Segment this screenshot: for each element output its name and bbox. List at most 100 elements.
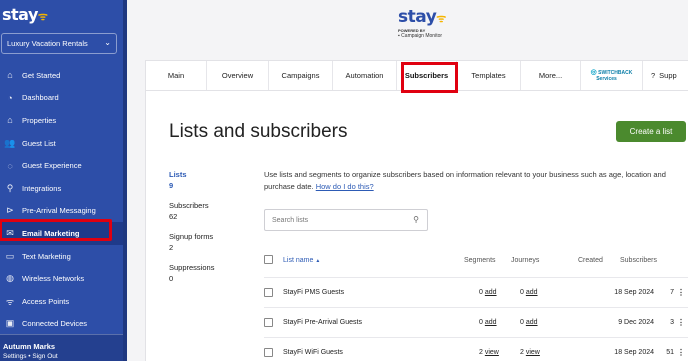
sidebar-item-guest-experience[interactable]: ◌ Guest Experience [0, 154, 123, 177]
sidebar-item-label: Get Started [22, 70, 61, 80]
help-link[interactable]: How do I do this? [316, 182, 374, 191]
tab-overview[interactable]: Overview [207, 61, 269, 90]
lists-table: List name ▲ Segments Journeys Created Su… [264, 253, 688, 361]
journeys-cell: 2 view [520, 349, 540, 356]
switchback-logo: ◎ SWITCHBACK Services [590, 68, 633, 82]
page-title: Lists and subscribers [169, 121, 348, 142]
segments-link[interactable]: add [485, 319, 497, 326]
search-lists-input[interactable]: Search lists ⚲ [264, 209, 428, 231]
row-checkbox[interactable] [264, 288, 273, 297]
sidebar-item-get-started[interactable]: ⌂ Get Started [0, 64, 123, 87]
sidebar-item-pre-arrival-messaging[interactable]: ⊳ Pre-Arrival Messaging [0, 200, 123, 223]
user-links[interactable]: Settings • Sign Out [3, 353, 58, 360]
sidebar-item-label: Dashboard [22, 93, 59, 103]
segments-link[interactable]: view [485, 349, 499, 356]
subnav-label: Lists [169, 170, 187, 179]
wifi-logo-icon: ᯤ [37, 10, 48, 23]
sidebar-item-label: Text Marketing [22, 251, 71, 261]
tab-campaigns[interactable]: Campaigns [269, 61, 333, 90]
table-row[interactable]: StayFi WiFi Guests 2 view 2 view 18 Sep 202… [264, 337, 688, 361]
sidebar-item-label: Pre-Arrival Messaging [22, 206, 96, 216]
tab-more[interactable]: More... [521, 61, 581, 90]
subnav-label: Signup forms [169, 232, 214, 241]
journeys-link[interactable]: add [526, 319, 538, 326]
sidebar-item-dashboard[interactable]: ◔ Dashboard [0, 87, 123, 110]
list-name-link[interactable]: StayFi Pre-Arrival Guests [283, 319, 362, 326]
subnav-count: 62 [169, 212, 178, 221]
sidebar-item-label: Wireless Networks [22, 274, 85, 284]
tab-main[interactable]: Main [146, 61, 207, 90]
tab-templates[interactable]: Templates [457, 61, 521, 90]
subnav-count: 0 [169, 274, 174, 283]
segments-cell: 0 add [479, 289, 497, 296]
logo-text: stay [2, 5, 38, 24]
search-icon: ⚲ [413, 215, 419, 224]
sidebar-nav: ⌂ Get Started ◔ Dashboard ⌂ Properties 👥 Guest … [0, 64, 123, 335]
stayfi-logo[interactable]: stayᯤ [2, 5, 48, 24]
more-options-icon[interactable]: ⋮ [677, 348, 685, 357]
sidebar-item-access-points[interactable]: ᯤ Access Points [0, 290, 123, 313]
organization-select[interactable]: Luxury Vacation Rentals ⌄ [1, 33, 117, 54]
create-list-button[interactable]: Create a list [616, 121, 686, 142]
select-all-checkbox[interactable] [264, 255, 273, 264]
more-options-icon[interactable]: ⋮ [677, 318, 685, 327]
segments-cell: 0 add [479, 319, 497, 326]
text-icon: ▭ [5, 250, 15, 261]
sidebar-item-text-marketing[interactable]: ▭ Text Marketing [0, 245, 123, 268]
subscribers-cell: 7 [670, 289, 674, 296]
user-name: Autumn Marks [3, 342, 56, 351]
integrations-icon: ⚲ [6, 182, 14, 193]
sidebar-item-guest-list[interactable]: 👥 Guest List [0, 132, 123, 155]
tab-automation[interactable]: Automation [333, 61, 397, 90]
journeys-cell: 0 add [520, 289, 538, 296]
sidebar-item-wireless-networks[interactable]: ◍ Wireless Networks [0, 267, 123, 290]
help-icon: ? [651, 71, 656, 80]
tab-bar: Main Overview Campaigns Automation Subsc… [146, 61, 688, 91]
wireless-icon: ◍ [6, 273, 14, 284]
app-window: stayᯤ Luxury Vacation Rentals ⌄ ⌂ Get Sta… [0, 0, 688, 361]
wifi-logo-icon: ᯤ [436, 12, 446, 25]
table-row[interactable]: StayFi Pre-Arrival Guests 0 add 0 add 9 Dec… [264, 307, 688, 337]
guest-list-icon: 👥 [4, 137, 16, 148]
row-checkbox[interactable] [264, 318, 273, 327]
row-checkbox[interactable] [264, 348, 273, 357]
list-name-link[interactable]: StayFi PMS Guests [283, 289, 344, 296]
table-header: List name ▲ Segments Journeys Created Su… [264, 253, 688, 269]
pre-arrival-icon: ⊳ [6, 205, 14, 216]
sidebar-item-integrations[interactable]: ⚲ Integrations [0, 177, 123, 200]
segments-link[interactable]: add [485, 289, 497, 296]
lists-subnav: Lists 9 Subscribers 62 Signup forms 2 Suppress… [169, 169, 249, 293]
list-name-link[interactable]: StayFi WiFi Guests [283, 349, 343, 356]
journeys-link[interactable]: add [526, 289, 538, 296]
sidebar-item-label: Email Marketing [22, 228, 80, 238]
organization-select-value: Luxury Vacation Rentals [7, 39, 88, 48]
sidebar: stayᯤ Luxury Vacation Rentals ⌄ ⌂ Get Sta… [0, 0, 127, 361]
sidebar-item-label: Guest List [22, 138, 56, 148]
table-row[interactable]: StayFi PMS Guests 0 add 0 add 18 Sep 2024 7 ⋮ [264, 277, 688, 307]
tab-support[interactable]: ? Supp [643, 61, 688, 90]
subnav-label: Subscribers [169, 201, 209, 210]
journeys-link[interactable]: view [526, 349, 540, 356]
more-options-icon[interactable]: ⋮ [677, 288, 685, 297]
brand-logo: stayᯤ POWERED BY ▪ Campaign Monitor [398, 7, 458, 39]
subnav-item-subscribers[interactable]: Subscribers 62 [169, 200, 249, 222]
sidebar-item-label: Connected Devices [22, 319, 88, 329]
sidebar-item-connected-devices[interactable]: ▣ Connected Devices [0, 313, 123, 336]
journeys-cell: 0 add [520, 319, 538, 326]
subnav-item-suppressions[interactable]: Suppressions 0 [169, 262, 249, 284]
sidebar-item-properties[interactable]: ⌂ Properties [0, 109, 123, 132]
subnav-label: Suppressions [169, 263, 215, 272]
subnav-item-signup-forms[interactable]: Signup forms 2 [169, 231, 249, 253]
subscribers-cell: 51 [666, 349, 674, 356]
sidebar-item-email-marketing[interactable]: ✉ Email Marketing [0, 222, 123, 245]
search-placeholder: Search lists [272, 217, 309, 224]
tab-switchback[interactable]: ◎ SWITCHBACK Services [581, 61, 643, 90]
subnav-item-lists[interactable]: Lists 9 [169, 169, 249, 191]
user-block: Autumn Marks Settings • Sign Out [0, 334, 123, 361]
properties-icon: ⌂ [7, 115, 13, 126]
segments-header: Segments [464, 257, 496, 264]
sidebar-item-label: Properties [22, 115, 57, 125]
sort-ascending-icon: ▲ [315, 258, 321, 264]
tab-subscribers[interactable]: Subscribers [397, 61, 457, 90]
list-name-header[interactable]: List name ▲ [283, 257, 320, 264]
